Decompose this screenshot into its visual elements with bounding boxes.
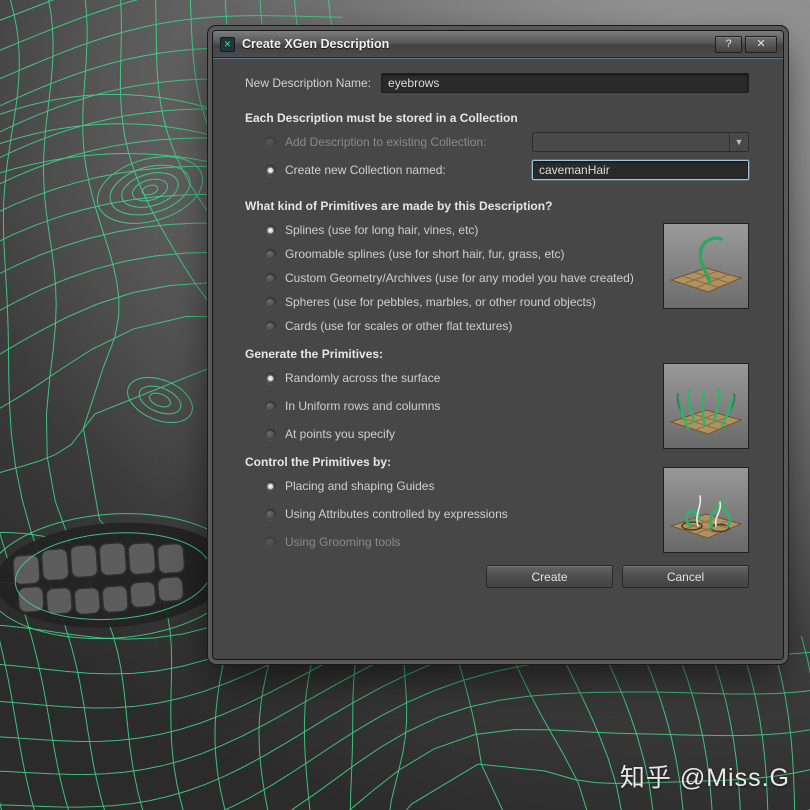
radio-icon <box>265 428 276 440</box>
maya-viewport[interactable]: 知乎 @Miss.G ✕ Create XGen Description ? ✕… <box>0 0 810 810</box>
dialog-title: Create XGen Description <box>242 37 390 51</box>
cancel-button[interactable]: Cancel <box>622 565 749 588</box>
radio-icon <box>265 508 276 520</box>
radio-icon <box>265 320 276 332</box>
create-button[interactable]: Create <box>486 565 613 588</box>
radio-icon <box>265 296 276 308</box>
control-preview-thumbnail <box>663 467 749 553</box>
generate-heading: Generate the Primitives: <box>245 347 384 361</box>
description-name-input[interactable] <box>381 73 749 93</box>
control-section: Control the Primitives by: Placing and s… <box>213 455 783 553</box>
primitives-section: What kind of Primitives are made by this… <box>213 199 783 333</box>
chevron-down-icon: ▼ <box>729 133 748 151</box>
radio-icon <box>265 272 276 284</box>
mouth <box>0 513 242 640</box>
radio-icon <box>265 536 276 548</box>
watermark: 知乎 @Miss.G <box>619 764 790 792</box>
radio-cards[interactable]: Cards (use for scales or other flat text… <box>265 319 749 333</box>
radio-icon-selected <box>265 164 276 176</box>
radio-icon-selected <box>265 224 276 236</box>
close-button[interactable]: ✕ <box>745 35 777 53</box>
radio-existing-collection: Add Description to existing Collection: … <box>265 132 749 152</box>
radio-new-collection[interactable]: Create new Collection named: <box>265 160 749 180</box>
radio-icon <box>265 248 276 260</box>
generate-preview-thumbnail <box>663 363 749 449</box>
collection-section: Each Description must be stored in a Col… <box>213 111 783 180</box>
new-collection-input[interactable] <box>532 160 749 180</box>
xgen-window-icon: ✕ <box>220 36 235 52</box>
xgen-dialog: ✕ Create XGen Description ? ✕ New Descri… <box>212 30 784 660</box>
radio-icon <box>265 136 276 148</box>
collection-heading: Each Description must be stored in a Col… <box>245 111 518 125</box>
radio-icon-selected <box>265 372 276 384</box>
radio-icon-selected <box>265 480 276 492</box>
generate-section: Generate the Primitives: Randomly across… <box>213 347 783 449</box>
dialog-titlebar[interactable]: ✕ Create XGen Description ? ✕ <box>213 31 783 58</box>
existing-collection-dropdown: ▼ <box>532 132 749 152</box>
dialog-body: New Description Name: Each Description m… <box>213 58 783 660</box>
nose-wires <box>127 377 193 423</box>
help-button[interactable]: ? <box>715 35 742 53</box>
splines-preview-thumbnail <box>663 223 749 309</box>
radio-icon <box>265 400 276 412</box>
description-name-label: New Description Name: <box>245 76 372 90</box>
primitives-heading: What kind of Primitives are made by this… <box>245 199 553 213</box>
